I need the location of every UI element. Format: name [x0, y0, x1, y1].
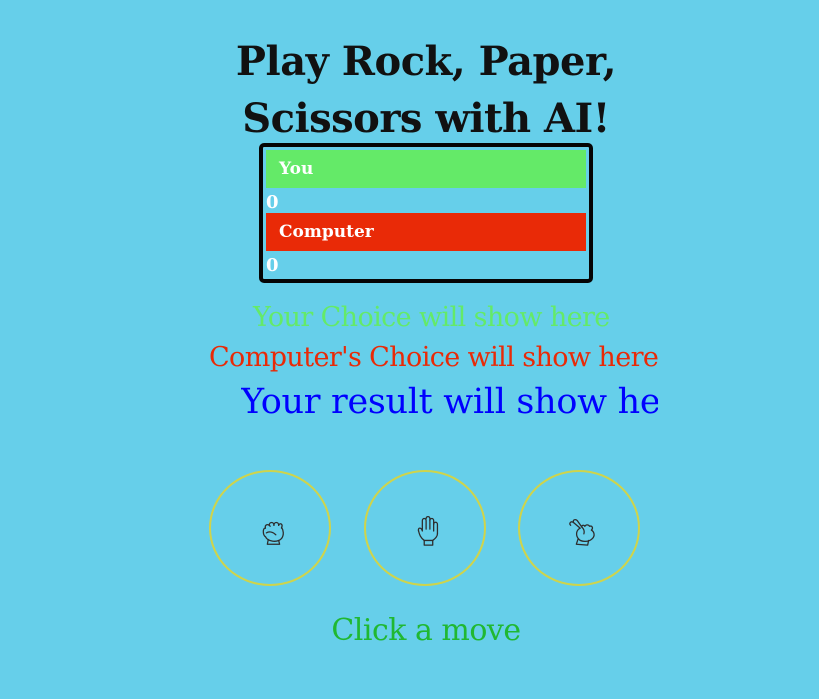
computer-score-label: Computer: [266, 213, 586, 251]
click-a-move-prompt: Click a move: [331, 613, 521, 648]
fist-icon: [262, 521, 284, 545]
open-hand-icon: [417, 515, 439, 546]
page-title-line-2: Scissors with AI!: [242, 94, 610, 142]
scissors-hand-icon: [569, 518, 595, 546]
scissors-move-button[interactable]: [518, 470, 640, 586]
scoreboard: You 0 Computer 0: [259, 143, 593, 283]
page-title: Play Rock, Paper, Scissors with AI!: [0, 33, 819, 147]
paper-move-button[interactable]: [364, 470, 486, 586]
page-title-line-1: Play Rock, Paper,: [235, 37, 617, 85]
result-text: Your result will show here: [241, 382, 658, 422]
rock-move-button[interactable]: [209, 470, 331, 586]
player-score: 0: [266, 192, 279, 213]
computer-choice-text: Computer's Choice will show here: [209, 342, 659, 373]
player-choice-text: Your Choice will show here: [253, 302, 610, 333]
player-score-label: You: [266, 150, 586, 188]
computer-score: 0: [266, 255, 279, 276]
